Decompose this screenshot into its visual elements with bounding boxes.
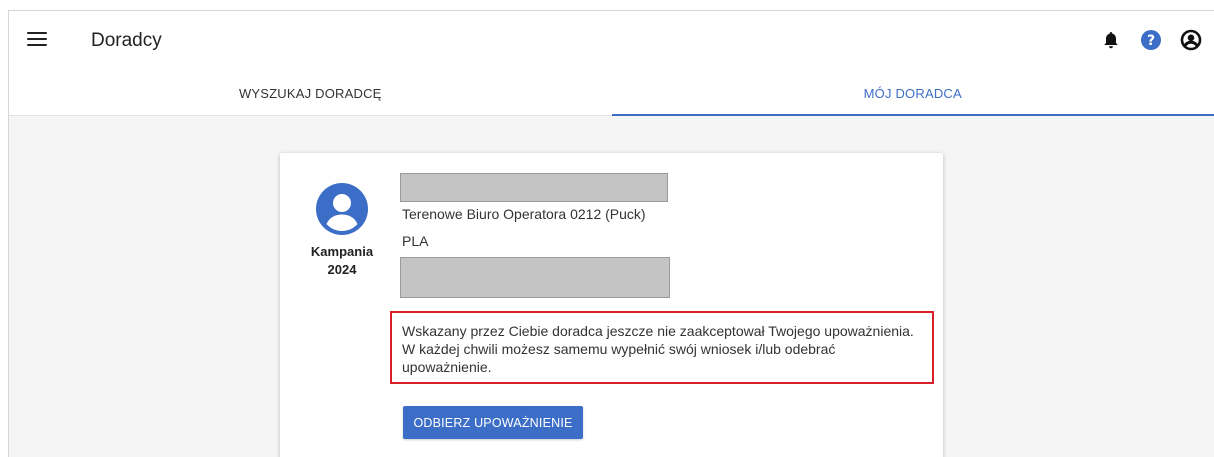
page-title: Doradcy — [91, 30, 162, 51]
redacted-advisor-name — [400, 173, 668, 202]
tab-search-advisor[interactable]: WYSZUKAJ DORADCĘ — [9, 72, 612, 115]
campaign-label: Kampania 2024 — [310, 244, 374, 277]
tab-bar: WYSZUKAJ DORADCĘ MÓJ DORADCA — [9, 72, 1214, 116]
advisor-card: Kampania 2024 Terenowe Biuro Operatora 0… — [280, 153, 943, 457]
top-app-bar: Doradcy ? — [9, 11, 1214, 72]
header-actions: ? — [1100, 29, 1202, 51]
revoke-authorization-button[interactable]: ODBIERZ UPOWAŻNIENIE — [403, 406, 583, 439]
advisor-country: PLA — [402, 233, 429, 249]
app-window: Doradcy ? WYSZUKAJ DORADCĘ MÓJ DORADCA K… — [8, 10, 1214, 457]
avatar-icon — [316, 183, 368, 235]
user-icon[interactable] — [1180, 29, 1202, 51]
bell-icon[interactable] — [1100, 29, 1122, 51]
menu-icon[interactable] — [27, 32, 47, 50]
tab-my-advisor[interactable]: MÓJ DORADCA — [611, 72, 1214, 116]
svg-text:?: ? — [1147, 33, 1155, 49]
redacted-advisor-contact — [400, 257, 670, 298]
help-icon[interactable]: ? — [1140, 29, 1162, 51]
advisor-office: Terenowe Biuro Operatora 0212 (Puck) — [402, 206, 646, 222]
authorization-notice: Wskazany przez Ciebie doradca jeszcze ni… — [390, 311, 934, 384]
